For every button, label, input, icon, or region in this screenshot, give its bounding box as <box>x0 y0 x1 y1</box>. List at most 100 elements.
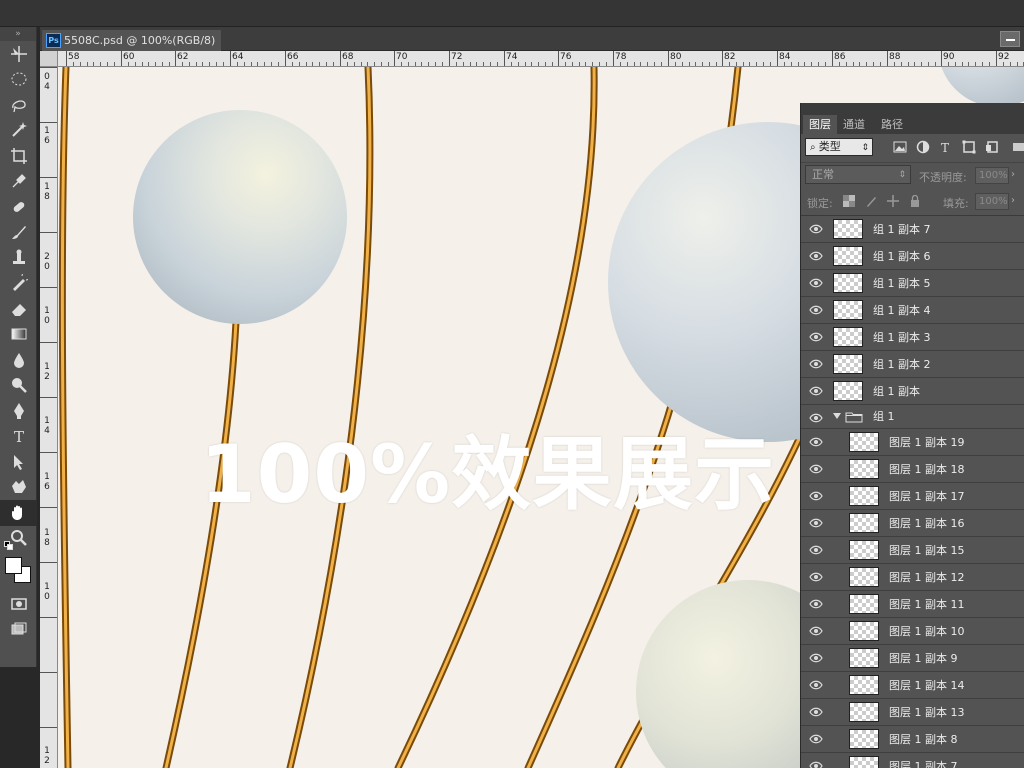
visibility-eye-icon[interactable] <box>809 680 823 690</box>
opacity-dropdown-arrow-icon[interactable]: › <box>1011 169 1015 180</box>
foreground-color-swatch[interactable] <box>5 557 22 574</box>
layer-row[interactable]: 图层 1 副本 15 <box>801 537 1024 564</box>
layer-filter-select[interactable]: ⌕ 类型 ⇕ <box>805 138 873 156</box>
layer-row[interactable]: 组 1 副本 4 <box>801 297 1024 324</box>
move-tool[interactable] <box>0 41 37 67</box>
document-title: 5508C.psd @ 100%(RGB/8) <box>64 34 216 47</box>
eyedropper-tool[interactable] <box>0 169 37 195</box>
lock-position-icon[interactable] <box>887 195 899 207</box>
visibility-eye-icon[interactable] <box>809 518 823 528</box>
dodge-tool[interactable] <box>0 373 37 399</box>
clone-stamp-tool[interactable] <box>0 245 37 271</box>
visibility-eye-icon[interactable] <box>809 437 823 447</box>
layer-row[interactable]: 图层 1 副本 10 <box>801 618 1024 645</box>
visibility-eye-icon[interactable] <box>809 734 823 744</box>
pen-tool[interactable] <box>0 398 37 424</box>
lock-all-icon[interactable] <box>909 195 921 207</box>
expand-triangle-icon[interactable] <box>833 413 841 419</box>
layer-row[interactable]: 图层 1 副本 16 <box>801 510 1024 537</box>
blur-tool[interactable] <box>0 347 37 373</box>
layer-row[interactable]: 图层 1 副本 18 <box>801 456 1024 483</box>
ruler-origin[interactable] <box>40 51 58 67</box>
layer-row[interactable]: 图层 1 副本 7 <box>801 753 1024 768</box>
image-filter-icon[interactable] <box>893 140 907 154</box>
type-filter-icon[interactable]: T <box>939 140 953 154</box>
quick-mask-icon[interactable] <box>0 591 37 617</box>
shape-filter-icon[interactable] <box>962 140 976 154</box>
toolbox-grip[interactable]: » <box>0 27 36 41</box>
ruler-major-tick <box>777 51 778 66</box>
default-colors-icon[interactable] <box>4 541 13 550</box>
shape-tool[interactable] <box>0 475 37 501</box>
filter-toggle-icon[interactable] <box>1011 140 1024 154</box>
layer-row[interactable]: 组 1 副本 6 <box>801 243 1024 270</box>
lock-transparent-pixels-icon[interactable] <box>843 195 855 207</box>
tab-paths[interactable]: 路径 <box>875 115 909 134</box>
type-tool[interactable]: T <box>0 424 37 450</box>
crop-tool[interactable] <box>0 143 37 169</box>
visibility-eye-icon[interactable] <box>809 464 823 474</box>
minimize-button[interactable] <box>1000 31 1020 47</box>
lock-image-pixels-icon[interactable] <box>865 195 877 207</box>
layer-row[interactable]: 图层 1 副本 13 <box>801 699 1024 726</box>
adjustment-filter-icon[interactable] <box>916 140 930 154</box>
visibility-eye-icon[interactable] <box>809 761 823 768</box>
visibility-eye-icon[interactable] <box>809 224 823 234</box>
layer-row[interactable]: 图层 1 副本 12 <box>801 564 1024 591</box>
layer-row[interactable]: 图层 1 副本 11 <box>801 591 1024 618</box>
layer-row[interactable]: 图层 1 副本 8 <box>801 726 1024 753</box>
hand-tool[interactable] <box>0 500 37 526</box>
magic-wand-tool[interactable] <box>0 118 37 144</box>
layer-row[interactable]: 组 1 副本 7 <box>801 216 1024 243</box>
visibility-eye-icon[interactable] <box>809 251 823 261</box>
visibility-eye-icon[interactable] <box>809 332 823 342</box>
brush-tool[interactable] <box>0 220 37 246</box>
ruler-minor-tick <box>497 62 498 66</box>
visibility-eye-icon[interactable] <box>809 305 823 315</box>
visibility-eye-icon[interactable] <box>809 386 823 396</box>
visibility-eye-icon[interactable] <box>809 626 823 636</box>
eraser-tool[interactable] <box>0 296 37 322</box>
healing-brush-tool[interactable] <box>0 194 37 220</box>
visibility-eye-icon[interactable] <box>809 599 823 609</box>
tab-layers[interactable]: 图层 <box>803 115 837 134</box>
layer-row[interactable]: 组 1 副本 3 <box>801 324 1024 351</box>
visibility-eye-icon[interactable] <box>809 413 823 423</box>
layer-row[interactable]: 图层 1 副本 19 <box>801 429 1024 456</box>
layer-row[interactable]: 图层 1 副本 17 <box>801 483 1024 510</box>
smart-object-filter-icon[interactable] <box>985 140 999 154</box>
vertical-ruler[interactable]: 0416182010121416181012 <box>40 67 58 768</box>
visibility-eye-icon[interactable] <box>809 545 823 555</box>
layer-group-row[interactable]: 组 1 <box>801 405 1024 429</box>
history-brush-tool[interactable] <box>0 271 37 297</box>
visibility-eye-icon[interactable] <box>809 707 823 717</box>
layer-row[interactable]: 组 1 副本 2 <box>801 351 1024 378</box>
opacity-field[interactable]: 100% <box>975 167 1009 184</box>
visibility-eye-icon[interactable] <box>809 359 823 369</box>
gradient-tool[interactable] <box>0 322 37 348</box>
marquee-tool[interactable] <box>0 67 37 93</box>
layer-row[interactable]: 图层 1 副本 14 <box>801 672 1024 699</box>
layer-row[interactable]: 图层 1 副本 9 <box>801 645 1024 672</box>
visibility-eye-icon[interactable] <box>809 278 823 288</box>
tab-channels[interactable]: 通道 <box>837 115 871 134</box>
ruler-major-tick <box>230 51 231 66</box>
ruler-minor-tick <box>743 62 744 66</box>
screen-mode-icon[interactable] <box>0 617 37 643</box>
horizontal-ruler[interactable]: 58 60 62 64 66 68 70 72 74 76 78 80 82 84 86 88 90 92 <box>58 51 1024 67</box>
fill-field[interactable]: 100% <box>975 193 1009 210</box>
layer-row[interactable]: 组 1 副本 <box>801 378 1024 405</box>
visibility-eye-icon[interactable] <box>809 572 823 582</box>
fill-dropdown-arrow-icon[interactable]: › <box>1011 195 1015 206</box>
lasso-tool[interactable] <box>0 92 37 118</box>
ruler-minor-tick <box>846 62 847 66</box>
blend-mode-select[interactable]: 正常 ⇕ <box>805 165 911 184</box>
visibility-eye-icon[interactable] <box>809 653 823 663</box>
visibility-eye-icon[interactable] <box>809 491 823 501</box>
ruler-major-tick <box>40 177 57 178</box>
layer-row[interactable]: 组 1 副本 5 <box>801 270 1024 297</box>
document-tab[interactable]: Ps 5508C.psd @ 100%(RGB/8) <box>42 30 222 51</box>
ruler-tick-label: 74 <box>506 52 518 62</box>
path-selection-tool[interactable] <box>0 449 37 475</box>
select-arrows-icon: ⇕ <box>861 143 869 153</box>
